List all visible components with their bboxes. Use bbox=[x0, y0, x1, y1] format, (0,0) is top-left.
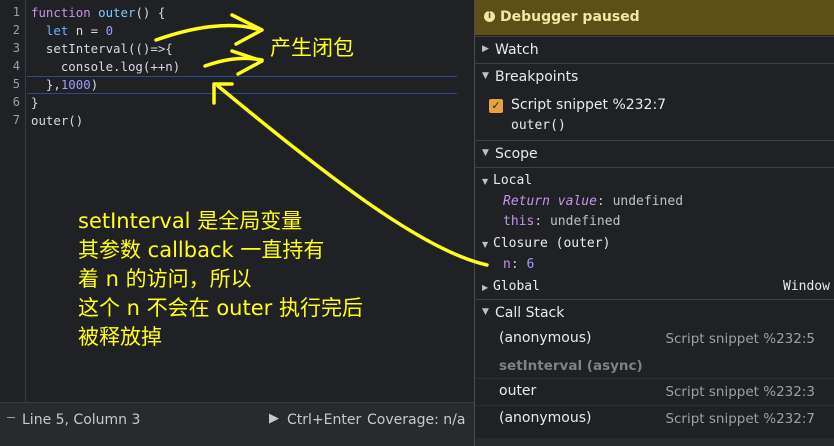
call-stack-frame[interactable]: (anonymous) Script snippet %232:5 bbox=[475, 326, 834, 352]
closure-annotation: 产生闭包 bbox=[270, 36, 354, 60]
frame-name: (anonymous) bbox=[499, 410, 592, 426]
frame-location: Script snippet %232:3 bbox=[665, 384, 815, 400]
code-token: function bbox=[31, 5, 99, 20]
paused-text: Debugger paused bbox=[500, 9, 640, 25]
call-stack-label: Call Stack bbox=[495, 305, 565, 321]
breakpoint-checkbox[interactable]: ✓ bbox=[489, 99, 503, 113]
triangle-right-icon: ▶ bbox=[482, 283, 489, 292]
run-snippet-icon[interactable]: ▶ bbox=[269, 411, 279, 426]
call-stack-frame[interactable]: (anonymous) Script snippet %232:7 bbox=[475, 405, 834, 431]
scope-return-value[interactable]: Return value: undefined bbox=[503, 194, 683, 209]
code-token: }, bbox=[31, 77, 61, 92]
code-line[interactable]: } bbox=[31, 94, 38, 112]
frame-location: Script snippet %232:5 bbox=[665, 331, 815, 347]
line-number: 7 bbox=[12, 113, 20, 127]
async-separator: setInterval (async) bbox=[499, 358, 643, 374]
cursor-position: Line 5, Column 3 bbox=[22, 412, 141, 428]
scope-section-header[interactable]: ▼ Scope bbox=[475, 140, 834, 167]
info-icon: i bbox=[484, 11, 495, 22]
triangle-down-icon: ▼ bbox=[482, 307, 489, 317]
status-divider-icon bbox=[7, 417, 15, 418]
scope-global-value: Window bbox=[783, 279, 830, 294]
line-number: 5 bbox=[12, 77, 20, 91]
line-number: 6 bbox=[12, 95, 20, 109]
watch-section-header[interactable]: ▶ Watch bbox=[475, 36, 834, 63]
code-line[interactable]: },1000) bbox=[31, 76, 98, 94]
call-stack-section-header[interactable]: ▼ Call Stack bbox=[475, 299, 834, 326]
breakpoints-section-header[interactable]: ▼ Breakpoints bbox=[475, 63, 834, 90]
breakpoint-location[interactable]: Script snippet %232:7 bbox=[511, 97, 666, 113]
scope-closure[interactable]: Closure (outer) bbox=[493, 236, 610, 251]
triangle-down-icon: ▼ bbox=[482, 71, 489, 81]
line-number: 3 bbox=[12, 41, 20, 55]
frame-name: outer bbox=[499, 383, 537, 399]
code-token: outer() bbox=[31, 113, 84, 128]
code-token: let bbox=[31, 23, 76, 38]
triangle-down-icon: ▼ bbox=[482, 148, 489, 158]
bottom-strip bbox=[0, 438, 834, 446]
debugger-paused-banner: i Debugger paused bbox=[475, 0, 834, 35]
code-token: outer bbox=[98, 5, 136, 20]
code-token: 0 bbox=[105, 23, 114, 38]
code-line[interactable]: console.log(++n) bbox=[31, 58, 180, 76]
scope-global[interactable]: Global bbox=[493, 279, 540, 294]
scope-local[interactable]: Local bbox=[493, 173, 532, 188]
run-shortcut[interactable]: Ctrl+Enter bbox=[287, 412, 361, 428]
code-line[interactable]: setInterval(()=>{ bbox=[31, 40, 173, 58]
line-number: 1 bbox=[12, 5, 20, 19]
code-line[interactable]: outer() bbox=[31, 112, 83, 130]
breakpoint-code: outer() bbox=[511, 118, 566, 133]
code-token: n = bbox=[75, 23, 106, 38]
breakpoints-label: Breakpoints bbox=[495, 69, 579, 85]
code-token: 1000 bbox=[60, 77, 91, 92]
line-number-gutter[interactable]: 1 2 3 4 5 6 7 bbox=[0, 0, 26, 402]
code-token: console.log(++n) bbox=[31, 59, 181, 74]
coverage-status: Coverage: n/a bbox=[367, 412, 466, 428]
debugger-sidebar: i Debugger paused ▶ Watch ▼ Breakpoints … bbox=[475, 0, 834, 438]
triangle-down-icon: ▼ bbox=[482, 240, 489, 249]
code-token: setInterval(()=>{ bbox=[31, 41, 173, 56]
code-token: () { bbox=[135, 5, 166, 20]
code-token: ) bbox=[90, 77, 99, 92]
triangle-right-icon: ▶ bbox=[482, 44, 489, 54]
code-line[interactable]: let n = 0 bbox=[31, 22, 113, 40]
scope-label: Scope bbox=[495, 146, 538, 162]
watch-label: Watch bbox=[495, 42, 539, 58]
scope-this[interactable]: this: undefined bbox=[503, 214, 620, 229]
explanation-annotation: setInterval 是全局变量 其参数 callback 一直持有 着 n … bbox=[78, 209, 363, 349]
scope-n[interactable]: n: 6 bbox=[503, 257, 534, 272]
editor-status-bar: Line 5, Column 3 ▶ Ctrl+Enter Coverage: … bbox=[0, 402, 474, 438]
frame-name: (anonymous) bbox=[499, 330, 592, 346]
code-line[interactable]: function outer() { bbox=[31, 4, 165, 22]
line-number: 4 bbox=[12, 59, 20, 73]
line-number: 2 bbox=[12, 23, 20, 37]
call-stack-frame[interactable]: outer Script snippet %232:3 bbox=[475, 378, 834, 404]
code-token: } bbox=[31, 95, 39, 110]
frame-location: Script snippet %232:7 bbox=[665, 411, 815, 427]
triangle-down-icon: ▼ bbox=[482, 177, 489, 186]
